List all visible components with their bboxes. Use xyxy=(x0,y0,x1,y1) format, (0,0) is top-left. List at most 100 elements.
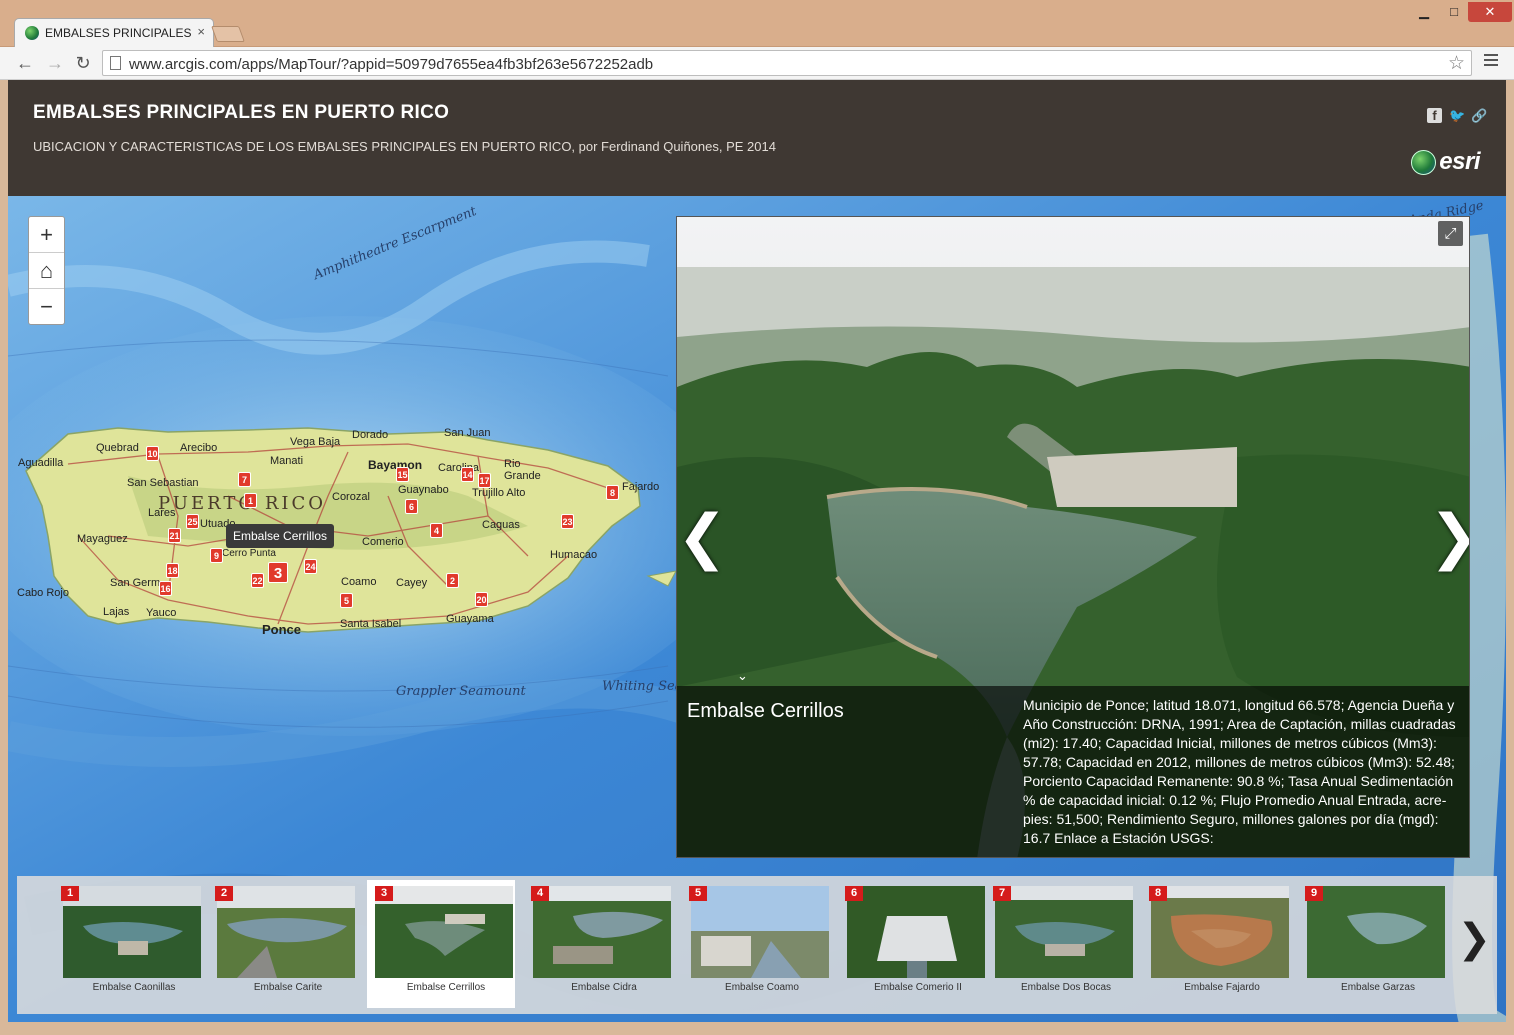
carousel-item[interactable]: 5 Embalse Coamo xyxy=(683,880,831,1008)
town-label: Lares xyxy=(148,507,176,519)
reservoir-marker[interactable]: 5 xyxy=(340,593,353,608)
page-subtitle: UBICACION Y CARACTERISTICAS DE LOS EMBAL… xyxy=(33,139,776,154)
new-tab-button[interactable] xyxy=(211,26,245,42)
island-label: PUERTO RICO xyxy=(158,493,327,514)
item-number-badge: 8 xyxy=(1149,886,1167,901)
carousel-item-label: Embalse Carite xyxy=(253,982,323,993)
reservoir-marker[interactable]: 10 xyxy=(146,446,159,461)
town-label: Santa Isabel xyxy=(340,618,402,630)
reservoir-marker[interactable]: 22 xyxy=(251,573,264,588)
carousel-item-label: Embalse Caonillas xyxy=(92,982,176,993)
town-label: Caguas xyxy=(482,519,520,531)
town-label: Rio Grande xyxy=(504,458,541,482)
browser-toolbar: ← → ↻ www.arcgis.com/apps/MapTour/?appid… xyxy=(0,47,1514,80)
reservoir-marker[interactable]: 8 xyxy=(606,485,619,500)
window-minimize-button[interactable]: ▁ xyxy=(1409,2,1439,22)
zoom-in-button[interactable]: + xyxy=(29,217,64,253)
carousel-next-arrow-icon[interactable]: ❯ xyxy=(1457,916,1491,962)
item-number-badge: 5 xyxy=(689,886,707,901)
reservoir-marker[interactable]: 7 xyxy=(238,472,251,487)
reservoir-marker[interactable]: 17 xyxy=(478,473,491,488)
carousel-item-label: Embalse Comerio II xyxy=(874,982,962,993)
window-maximize-button[interactable]: □ xyxy=(1439,2,1469,22)
carousel-item[interactable]: 7 Embalse Dos Bocas xyxy=(987,880,1135,1008)
back-arrow-icon[interactable]: ← xyxy=(14,52,36,74)
town-label: Humacao xyxy=(550,549,598,561)
link-icon[interactable]: 🔗 xyxy=(1471,108,1487,123)
window-close-button[interactable]: ✕ xyxy=(1468,2,1512,22)
town-label: Cerro Punta xyxy=(222,548,276,559)
twitter-icon[interactable]: 🐦 xyxy=(1449,108,1465,123)
chevron-down-icon[interactable]: ⌄ xyxy=(737,668,748,684)
item-number-badge: 4 xyxy=(531,886,549,901)
item-number-badge: 6 xyxy=(845,886,863,901)
thumbnail-image xyxy=(63,886,201,978)
town-label: San Sebastian xyxy=(127,477,199,489)
expand-icon[interactable]: ⤢ xyxy=(1438,221,1463,246)
caption-description: Municipio de Ponce; latitud 18.071, long… xyxy=(1023,697,1456,846)
facebook-icon[interactable]: f xyxy=(1427,108,1442,123)
reservoir-marker[interactable]: 14 xyxy=(461,467,474,482)
address-bar[interactable]: www.arcgis.com/apps/MapTour/?appid=50979… xyxy=(102,50,1472,76)
reservoir-marker[interactable]: 4 xyxy=(430,523,443,538)
thumbnail-image xyxy=(847,886,985,978)
town-label: San Juan xyxy=(444,427,491,439)
thumbnail-image xyxy=(217,886,355,978)
esri-logo[interactable]: esri xyxy=(1411,148,1480,176)
globe-favicon-icon xyxy=(25,26,39,40)
reservoir-marker[interactable]: 23 xyxy=(561,514,574,529)
caption-title: Embalse Cerrillos xyxy=(687,700,844,722)
reservoir-marker[interactable]: 2 xyxy=(446,573,459,588)
carousel-item-label: Embalse Fajardo xyxy=(1184,982,1260,993)
carousel-item[interactable]: 2 Embalse Carite xyxy=(209,880,357,1008)
reservoir-marker[interactable]: 6 xyxy=(405,499,418,514)
carousel-item[interactable]: 6 Embalse Comerio II xyxy=(839,880,987,1008)
carousel-item-label: Embalse Dos Bocas xyxy=(1020,982,1112,993)
town-label: Coamo xyxy=(341,576,377,588)
carousel-item-selected[interactable]: 3 Embalse Cerrillos xyxy=(367,880,515,1008)
marker-tooltip: Embalse Cerrillos xyxy=(226,524,335,548)
bookmark-star-icon[interactable]: ☆ xyxy=(1448,52,1465,75)
thumbnail-image xyxy=(995,886,1133,978)
zoom-controls: + ⌂ − xyxy=(28,216,65,325)
reservoir-marker[interactable]: 1 xyxy=(244,493,257,508)
next-arrow-icon[interactable]: ❯ xyxy=(1429,507,1469,567)
browser-tab[interactable]: EMBALSES PRINCIPALES E × xyxy=(14,18,214,47)
town-label: Guayama xyxy=(446,613,494,625)
reservoir-marker-selected[interactable]: 3 xyxy=(268,562,288,583)
app-header: EMBALSES PRINCIPALES EN PUERTO RICO UBIC… xyxy=(8,80,1506,196)
thumbnail-image xyxy=(691,886,829,978)
carousel-item[interactable]: 4 Embalse Cidra xyxy=(525,880,673,1008)
town-label: San Germ xyxy=(110,577,161,589)
esri-logo-text: esri xyxy=(1439,148,1480,175)
zoom-out-button[interactable]: − xyxy=(29,289,64,325)
page-title: EMBALSES PRINCIPALES EN PUERTO RICO xyxy=(33,102,450,123)
reservoir-marker[interactable]: 24 xyxy=(304,559,317,574)
home-button[interactable]: ⌂ xyxy=(29,253,64,289)
carousel-item-label: Embalse Coamo xyxy=(725,982,799,993)
carousel-item[interactable]: 8 Embalse Fajardo xyxy=(1143,880,1291,1008)
page-icon xyxy=(110,56,121,70)
carousel-item-label: Embalse Garzas xyxy=(1341,982,1415,993)
share-links: f 🐦 🔗 xyxy=(1427,108,1487,123)
item-number-badge: 7 xyxy=(993,886,1011,901)
esri-globe-icon xyxy=(1411,149,1437,175)
reload-icon[interactable]: ↻ xyxy=(72,52,94,74)
previous-arrow-icon[interactable]: ❮ xyxy=(677,507,727,567)
forward-arrow-icon[interactable]: → xyxy=(44,52,66,74)
reservoir-marker[interactable]: 15 xyxy=(396,467,409,482)
reservoir-marker[interactable]: 9 xyxy=(210,548,223,563)
carousel-item[interactable]: 9 Embalse Garzas xyxy=(1299,880,1447,1008)
carousel-item[interactable]: 1 Embalse Caonillas xyxy=(55,880,203,1008)
reservoir-marker[interactable]: 21 xyxy=(168,528,181,543)
url-text[interactable]: www.arcgis.com/apps/MapTour/?appid=50979… xyxy=(129,56,653,73)
item-number-badge: 2 xyxy=(215,886,233,901)
carousel-item-label: Embalse Cerrillos xyxy=(406,982,486,993)
media-panel: ⤢ ❮ ❯ ⌄ Embalse Cerrillos Municipio de P… xyxy=(676,216,1470,858)
reservoir-marker[interactable]: 16 xyxy=(159,581,172,596)
tab-close-icon[interactable]: × xyxy=(197,24,205,39)
reservoir-marker[interactable]: 20 xyxy=(475,592,488,607)
reservoir-marker[interactable]: 18 xyxy=(166,563,179,578)
browser-menu-icon[interactable] xyxy=(1484,54,1498,68)
reservoir-marker[interactable]: 25 xyxy=(186,514,199,529)
